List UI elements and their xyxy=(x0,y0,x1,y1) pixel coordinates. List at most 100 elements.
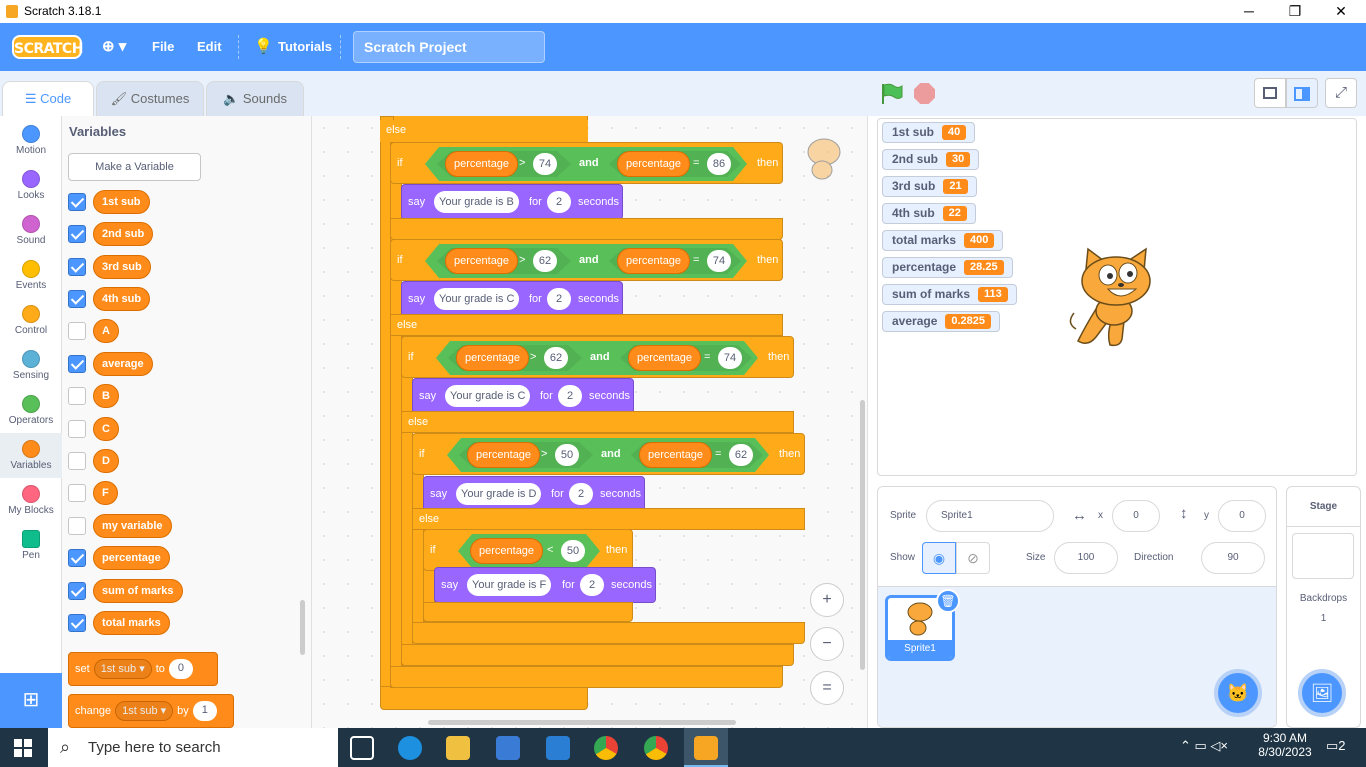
say-block[interactable]: say Your grade is C for 2 seconds xyxy=(412,378,634,414)
value-input[interactable]: 50 xyxy=(561,540,585,562)
category-variables[interactable]: Variables xyxy=(0,433,62,478)
variable-monitor-checkbox[interactable] xyxy=(68,225,86,243)
percentage-reporter[interactable]: percentage xyxy=(617,151,691,177)
set-variable-block[interactable]: set 1st sub ▾ to 0 xyxy=(68,652,218,686)
variable-monitor-checkbox[interactable] xyxy=(68,614,86,632)
code-vertical-scrollbar[interactable] xyxy=(860,400,865,670)
task-view-icon[interactable] xyxy=(350,736,374,760)
variable-monitor-checkbox[interactable] xyxy=(68,517,86,535)
value-input[interactable]: 86 xyxy=(707,153,731,175)
variable-reporter[interactable]: sum of marks xyxy=(93,579,183,603)
category-pen[interactable]: Pen xyxy=(0,523,62,568)
category-motion[interactable]: Motion xyxy=(0,118,62,163)
add-extension-button[interactable]: ⊞ xyxy=(0,673,62,728)
variable-monitor-checkbox[interactable] xyxy=(68,420,86,438)
category-looks[interactable]: Looks xyxy=(0,163,62,208)
variable-reporter[interactable]: total marks xyxy=(93,611,170,635)
project-title-input[interactable]: Scratch Project xyxy=(353,31,545,63)
choose-sprite-button[interactable]: 🐱 xyxy=(1214,669,1262,717)
green-flag-button[interactable] xyxy=(880,83,904,108)
change-variable-block[interactable]: change 1st sub ▾ by 1 xyxy=(68,694,234,728)
zoom-out-button[interactable]: − xyxy=(810,627,844,661)
variable-monitor-checkbox[interactable] xyxy=(68,355,86,373)
zoom-in-button[interactable]: + xyxy=(810,583,844,617)
file-explorer-icon[interactable] xyxy=(446,736,470,760)
chrome-profile-icon[interactable] xyxy=(644,736,668,760)
variable-reporter[interactable]: 4th sub xyxy=(93,287,151,311)
maximize-button[interactable]: ❐ xyxy=(1272,0,1318,23)
x-input[interactable]: 0 xyxy=(1112,500,1160,532)
variable-monitor[interactable]: 3rd sub 21 xyxy=(882,176,977,197)
edit-menu[interactable]: Edit xyxy=(197,39,222,54)
stage-canvas[interactable]: 1st sub 40 2nd sub 30 3rd sub 21 4th sub 22 tota… xyxy=(877,118,1357,476)
size-input[interactable]: 100 xyxy=(1054,542,1118,574)
sprite-name-input[interactable]: Sprite1 xyxy=(926,500,1054,532)
minimize-button[interactable]: ─ xyxy=(1226,0,1272,23)
stop-button[interactable] xyxy=(914,83,935,104)
variable-dropdown[interactable]: 1st sub ▾ xyxy=(115,701,174,722)
stage-thumbnail[interactable] xyxy=(1292,533,1354,579)
variable-monitor-checkbox[interactable] xyxy=(68,387,86,405)
variable-monitor[interactable]: sum of marks 113 xyxy=(882,284,1017,305)
variable-monitor[interactable]: average 0.2825 xyxy=(882,311,1001,332)
variable-monitor[interactable]: 2nd sub 30 xyxy=(882,149,980,170)
normal-stage-button[interactable] xyxy=(1286,78,1318,108)
code-horizontal-scrollbar[interactable] xyxy=(428,720,736,725)
category-events[interactable]: Events xyxy=(0,253,62,298)
say-text-input[interactable]: Your grade is C xyxy=(445,385,531,407)
show-sprite-button[interactable]: ◉ xyxy=(922,542,956,574)
say-text-input[interactable]: Your grade is F xyxy=(467,574,552,596)
seconds-input[interactable]: 2 xyxy=(547,288,571,310)
file-menu[interactable]: File xyxy=(152,39,174,54)
value-input[interactable]: 74 xyxy=(707,250,731,272)
small-stage-button[interactable] xyxy=(1254,78,1286,108)
value-input[interactable]: 74 xyxy=(533,153,557,175)
y-input[interactable]: 0 xyxy=(1218,500,1266,532)
variable-monitor-checkbox[interactable] xyxy=(68,193,86,211)
edge-icon[interactable] xyxy=(398,736,422,760)
variable-monitor-checkbox[interactable] xyxy=(68,258,86,276)
if3-block[interactable]: if percentage > 62 and percentage = 74 t… xyxy=(401,336,794,378)
say-block[interactable]: say Your grade is B for 2 seconds xyxy=(401,184,623,220)
variable-monitor-checkbox[interactable] xyxy=(68,290,86,308)
fullscreen-button[interactable]: ⤢ xyxy=(1325,78,1357,108)
clock[interactable]: 9:30 AM 8/30/2023 xyxy=(1250,731,1320,759)
seconds-input[interactable]: 2 xyxy=(558,385,582,407)
percentage-reporter[interactable]: percentage xyxy=(628,345,702,371)
tutorials-menu[interactable]: Tutorials xyxy=(278,39,332,54)
stage-selector[interactable]: Stage Backdrops 1 🖼 xyxy=(1286,486,1361,728)
mail-icon[interactable] xyxy=(546,736,570,760)
system-tray-icons[interactable]: ⌃ ▭ ◁× xyxy=(1180,738,1228,754)
category-sensing[interactable]: Sensing xyxy=(0,343,62,388)
value-input[interactable]: 50 xyxy=(555,444,579,466)
variable-reporter[interactable]: average xyxy=(93,352,153,376)
delete-sprite-button[interactable]: 🗑 xyxy=(936,589,960,613)
variable-reporter[interactable]: C xyxy=(93,417,119,441)
value-input[interactable]: 74 xyxy=(718,347,742,369)
variable-monitor[interactable]: 4th sub 22 xyxy=(882,203,976,224)
category-control[interactable]: Control xyxy=(0,298,62,343)
seconds-input[interactable]: 2 xyxy=(547,191,571,213)
store-icon[interactable] xyxy=(496,736,520,760)
say-block[interactable]: say Your grade is F for 2 seconds xyxy=(434,567,656,603)
variable-dropdown[interactable]: 1st sub ▾ xyxy=(93,659,152,680)
variable-reporter[interactable]: 3rd sub xyxy=(93,255,151,279)
variable-monitor-checkbox[interactable] xyxy=(68,322,86,340)
variable-monitor[interactable]: total marks 400 xyxy=(882,230,1004,251)
palette-scrollbar[interactable] xyxy=(300,600,305,655)
notifications-button[interactable]: ▭2 xyxy=(1326,738,1346,754)
percentage-reporter[interactable]: percentage xyxy=(470,538,544,564)
tab-costumes[interactable]: 🖌 Costumes xyxy=(96,81,204,117)
category-operators[interactable]: Operators xyxy=(0,388,62,433)
say-block[interactable]: say Your grade is C for 2 seconds xyxy=(401,281,623,317)
if5-block[interactable]: if percentage < 50 then xyxy=(423,529,633,571)
value-input[interactable]: 0 xyxy=(168,659,193,680)
variable-monitor[interactable]: 1st sub 40 xyxy=(882,122,976,143)
value-input[interactable]: 62 xyxy=(533,250,557,272)
variable-monitor[interactable]: percentage 28.25 xyxy=(882,257,1013,278)
percentage-reporter[interactable]: percentage xyxy=(445,151,519,177)
scratch-logo[interactable]: SCRATCH xyxy=(12,35,83,59)
seconds-input[interactable]: 2 xyxy=(569,483,593,505)
say-text-input[interactable]: Your grade is D xyxy=(456,483,542,505)
close-button[interactable]: ✕ xyxy=(1318,0,1364,23)
